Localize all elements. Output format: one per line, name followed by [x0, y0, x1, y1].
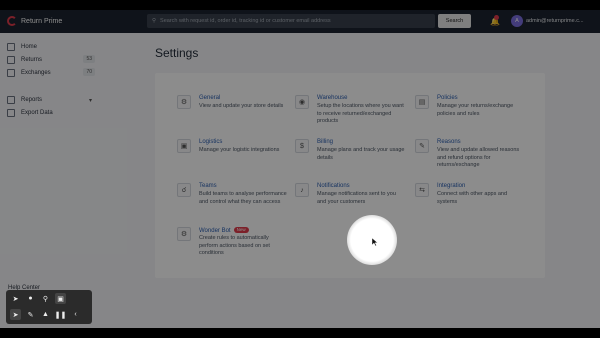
zoom-tool-icon[interactable]: ⚲ — [40, 293, 51, 304]
pen-tool-icon[interactable]: ✎ — [25, 309, 36, 320]
eraser-tool-icon[interactable]: ▲ — [40, 309, 51, 320]
mouse-cursor-icon — [372, 238, 378, 246]
collapse-chevron-icon[interactable]: ‹ — [70, 309, 81, 320]
app-window: Return Prime ⚲ Search with request id, o… — [0, 10, 600, 328]
dim-overlay — [0, 10, 600, 328]
pause-icon[interactable]: ❚❚ — [55, 309, 67, 320]
pointer-tool-icon[interactable]: ➤ — [10, 293, 21, 304]
annotation-toolbar: ➤ ● ⚲ ▣ ➤ ✎ ▲ ❚❚ ‹ — [6, 290, 92, 324]
screen-tool-icon[interactable]: ▣ — [55, 293, 66, 304]
cursor-tool-icon[interactable]: ➤ — [10, 309, 21, 320]
spotlight-tool-icon[interactable]: ● — [25, 293, 36, 304]
